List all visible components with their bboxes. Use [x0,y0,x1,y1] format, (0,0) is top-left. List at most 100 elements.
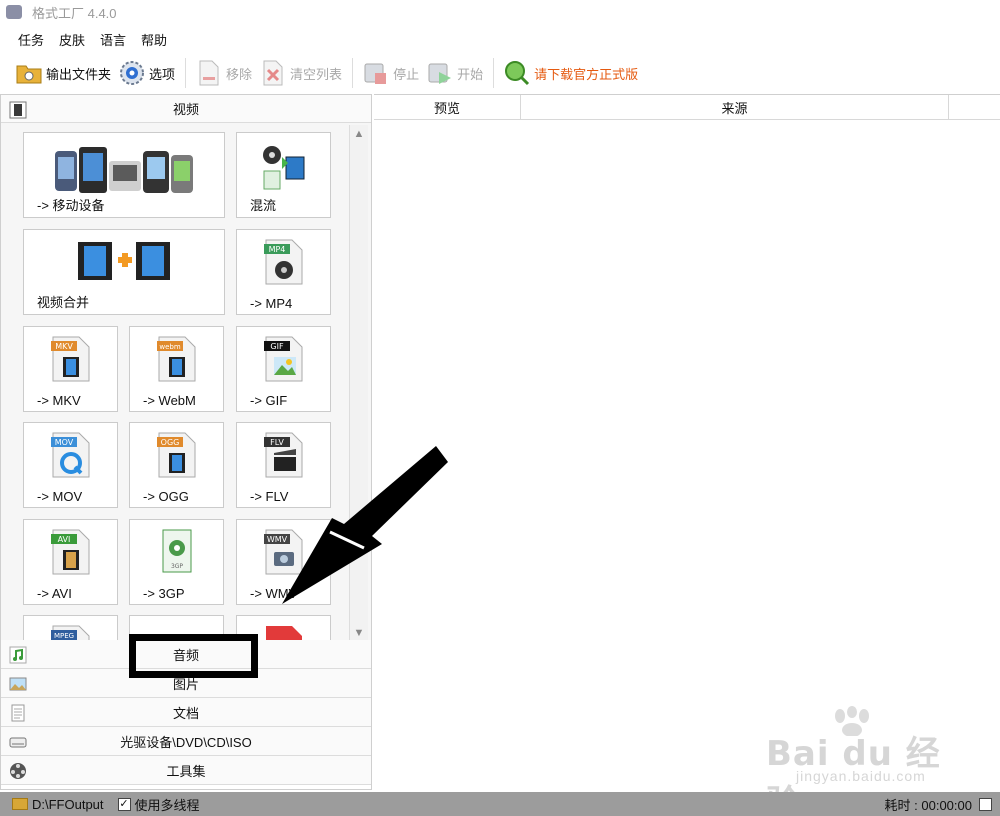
tile-gif[interactable]: GIF -> GIF [236,326,331,412]
menu-help[interactable]: 帮助 [135,30,173,49]
clear-list-button[interactable]: 清空列表 [256,57,346,89]
column-header-extra[interactable] [949,95,1000,120]
webm-file-icon: webm [155,335,199,386]
tile-mpeg-partial[interactable]: MPEG [23,615,118,640]
picture-icon [9,675,27,693]
tile-ogg[interactable]: OGG -> OGG [129,422,224,508]
elapsed-time: 耗时 : 00:00:00 [884,797,972,813]
gear-icon [119,60,145,86]
category-video-header[interactable]: 视频 [1,95,371,123]
film-icon [9,101,27,119]
stop-icon [363,60,389,86]
badge-text: webm [159,343,180,351]
folder-icon [16,60,42,86]
remove-button[interactable]: 移除 [192,57,256,89]
baidu-watermark: Bai du 经验 jingyan.baidu.com [762,706,962,816]
tile-label: 混流 [250,198,277,213]
start-icon [427,60,453,86]
menu-language[interactable]: 语言 [94,30,132,49]
scroll-up-icon[interactable]: ▲ [352,127,366,141]
tile-webm[interactable]: webm -> WebM [129,326,224,412]
tile-label: 视频合并 [37,295,90,310]
badge-text: GIF [270,342,284,351]
options-button[interactable]: 选项 [115,57,179,89]
badge-text: 3GP [170,563,182,570]
remove-label: 移除 [226,66,253,82]
mux-icon [260,141,308,194]
badge-text: MOV [54,438,73,447]
gif-file-icon: GIF [262,335,306,386]
3gp-file-icon: 3GP [155,528,199,579]
stop-label: 停止 [393,66,420,82]
video-join-icon [74,238,174,285]
start-label: 开始 [457,66,484,82]
category-tools-label: 工具集 [166,763,206,779]
column-header-preview[interactable]: 预览 [374,95,521,120]
tile-label: -> WebM [143,393,196,408]
tile-label: -> 移动设备 [37,198,105,213]
start-button[interactable]: 开始 [423,57,487,89]
badge-text: MP4 [268,245,285,254]
tile-mkv[interactable]: MKV -> MKV [23,326,118,412]
tile-label: -> MOV [37,489,83,504]
mpeg-file-icon: MPEG [49,624,93,640]
task-list[interactable]: 预览 来源 [374,94,1000,790]
stop-button[interactable]: 停止 [359,57,423,89]
folder-icon [12,798,28,810]
disc-drive-icon [9,733,27,751]
menu-bar: 任务 皮肤 语言 帮助 [0,28,176,50]
multithread-checkbox[interactable]: ✓ [117,797,131,811]
tile-mobile-devices[interactable]: -> 移动设备 [23,132,225,218]
tile-mux[interactable]: 混流 [236,132,331,218]
tile-label: -> GIF [250,393,288,408]
magnifier-globe-icon [504,60,530,86]
clear-list-label: 清空列表 [290,66,343,82]
mp4-file-icon: MP4 [262,238,306,289]
tile-label: -> 3GP [143,586,185,601]
badge-text: OGG [160,438,179,447]
category-disc-header[interactable]: 光驱设备\DVD\CD\ISO [1,727,371,756]
output-folder-label: 输出文件夹 [46,66,112,82]
tile-mov[interactable]: MOV -> MOV [23,422,118,508]
category-disc-label: 光驱设备\DVD\CD\ISO [120,734,252,750]
category-video-label: 视频 [172,102,199,117]
file-icon [262,624,306,640]
output-path[interactable]: D:\FFOutput [32,797,104,812]
column-header-source[interactable]: 来源 [521,95,949,120]
download-official-link[interactable]: 请下载官方正式版 [500,57,642,89]
tile-3gp[interactable]: 3GP -> 3GP [129,519,224,605]
category-tools-header[interactable]: 工具集 [1,756,371,785]
watermark-url: jingyan.baidu.com [796,768,926,784]
toolbar: 输出文件夹 选项 移除 清空列表 停止 开始 请下载官方正式版 [0,54,1000,92]
tile-avi[interactable]: AVI -> AVI [23,519,118,605]
badge-text: MPEG [53,632,73,640]
tile-label: -> AVI [37,586,72,601]
badge-text: AVI [57,535,70,544]
options-label: 选项 [149,66,176,82]
output-folder-button[interactable]: 输出文件夹 [12,57,115,89]
toolbar-separator [352,58,354,88]
mobile-devices-icon [49,141,199,200]
avi-file-icon: AVI [49,528,93,579]
film-reel-icon [9,762,27,780]
pointer-arrow-annotation [282,446,448,604]
window-title: 格式工厂 4.4.0 [32,5,117,21]
mkv-file-icon: MKV [49,335,93,386]
tile-video-join[interactable]: 视频合并 [23,229,225,315]
shutdown-checkbox[interactable] [979,797,992,811]
multithread-label: 使用多线程 [134,797,200,813]
clear-list-icon [260,60,286,86]
tile-label: -> MP4 [250,296,293,311]
menu-skin[interactable]: 皮肤 [53,30,91,49]
category-document-header[interactable]: 文档 [1,698,371,727]
highlight-box [129,634,258,678]
download-official-label: 请下载官方正式版 [534,66,639,82]
toolbar-separator [493,58,495,88]
status-bar: D:\FFOutput ✓ 使用多线程 耗时 : 00:00:00 [0,792,1000,816]
tile-mp4[interactable]: MP4 -> MP4 [236,229,331,315]
menu-task[interactable]: 任务 [12,30,50,49]
column-header-label: 来源 [721,100,748,116]
scroll-down-icon[interactable]: ▼ [352,626,366,640]
toolbar-separator [185,58,187,88]
music-note-icon [9,646,27,664]
